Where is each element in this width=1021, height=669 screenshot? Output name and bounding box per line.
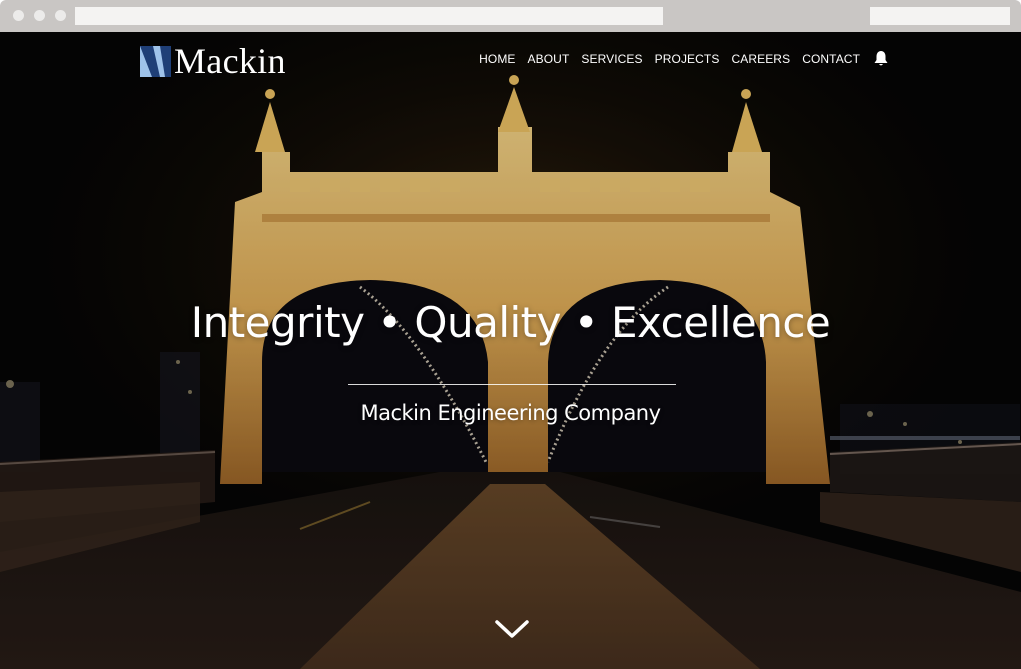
hero-divider [348, 384, 676, 385]
window-close-dot[interactable] [13, 10, 24, 21]
browser-chrome [0, 0, 1021, 32]
hero-background-bridge-image [0, 32, 1021, 669]
main-navigation: HOME ABOUT SERVICES PROJECTS CAREERS CON… [467, 50, 889, 67]
nav-contact[interactable]: CONTACT [802, 52, 860, 66]
logo-text: Mackin [174, 41, 286, 81]
window-maximize-dot[interactable] [55, 10, 66, 21]
address-bar[interactable] [75, 7, 663, 25]
nav-services[interactable]: SERVICES [581, 52, 642, 66]
nav-projects[interactable]: PROJECTS [655, 52, 720, 66]
mackin-logo-mark-icon [140, 45, 171, 77]
nav-careers[interactable]: CAREERS [731, 52, 790, 66]
site-logo[interactable]: Mackin [140, 41, 286, 81]
hero-headline: Integrity • Quality • Excellence [190, 298, 831, 347]
nav-home[interactable]: HOME [479, 52, 515, 66]
bell-icon[interactable] [873, 50, 889, 67]
browser-search-bar[interactable] [870, 7, 1010, 25]
nav-about[interactable]: ABOUT [528, 52, 570, 66]
hero-subtitle: Mackin Engineering Company [360, 401, 661, 425]
page-viewport: Mackin HOME ABOUT SERVICES PROJECTS CARE… [0, 32, 1021, 669]
window-minimize-dot[interactable] [34, 10, 45, 21]
chevron-down-icon[interactable] [494, 618, 530, 640]
